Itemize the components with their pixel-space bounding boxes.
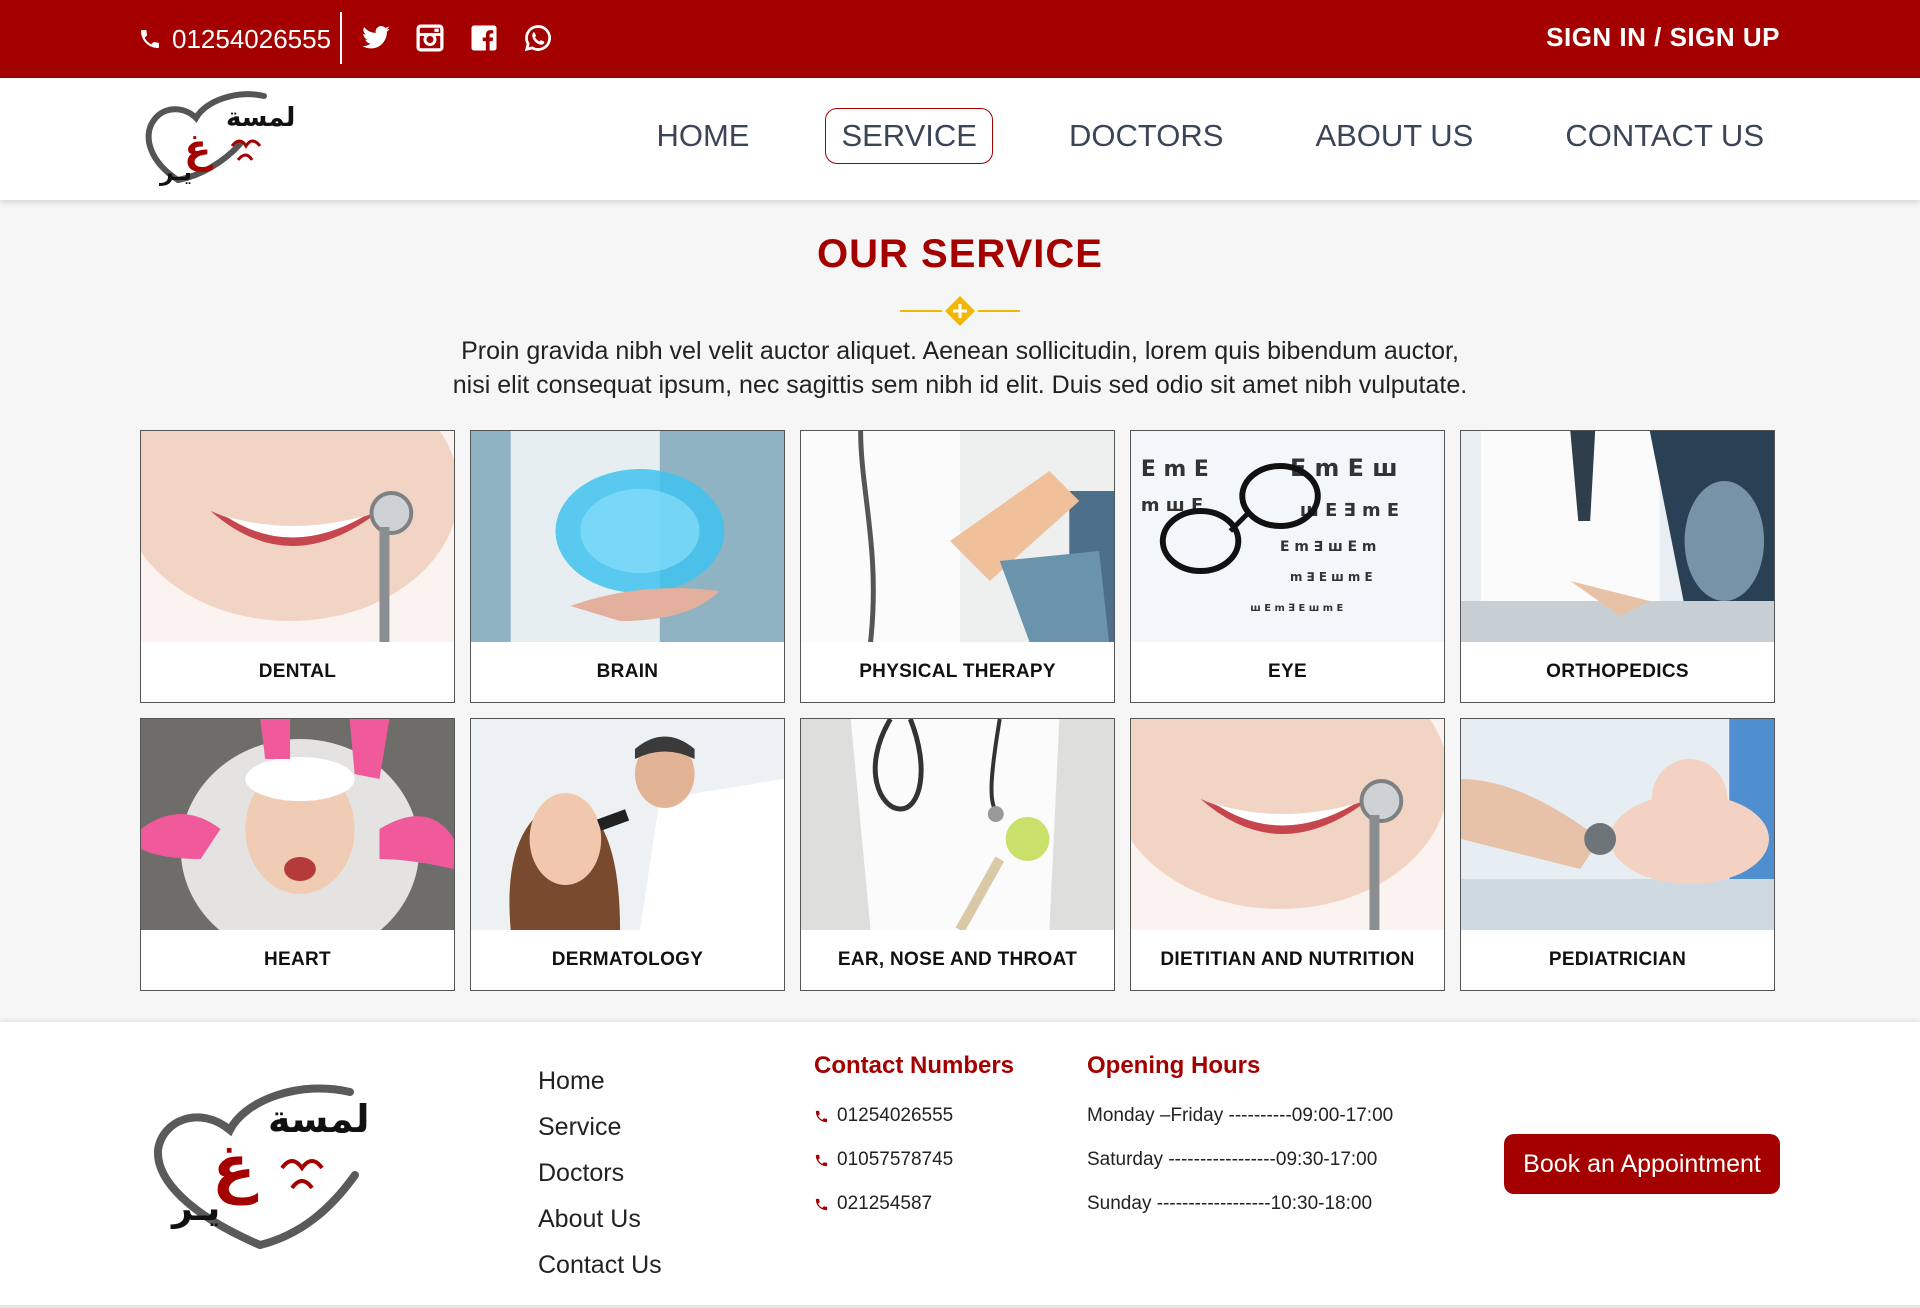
section-title: OUR SERVICE [817, 232, 1103, 276]
service-card-dietitian-and-nutrition[interactable]: DIETITIAN AND NUTRITION [1130, 718, 1445, 991]
heart-image [141, 719, 454, 930]
service-card-eye[interactable]: E m E E m E ш m ш E ш E ∃ m E E m ∃ ш E … [1130, 430, 1445, 703]
topbar-divider [340, 12, 342, 64]
hours-row: Saturday -----------------09:30-17:00 [1087, 1149, 1378, 1170]
footer-links: Home Service Doctors About Us Contact Us [538, 1058, 662, 1288]
dermatology-image [471, 719, 784, 930]
service-label: BRAIN [596, 661, 659, 682]
footer-link-service[interactable]: Service [538, 1104, 662, 1150]
svg-text:يـر: يـر [159, 158, 192, 186]
social-links [360, 22, 554, 54]
service-card-heart[interactable]: HEART [140, 718, 455, 991]
footer-link-contact-us[interactable]: Contact Us [538, 1242, 662, 1288]
nav-contact-us[interactable]: CONTACT US [1549, 108, 1780, 164]
svg-text:m ∃ E ш m E: m ∃ E ш m E [1290, 570, 1373, 584]
ear-nose-throat-image [801, 719, 1114, 930]
contact-numbers: Contact Numbers 01254026555 01057578745 … [814, 1052, 1014, 1226]
service-label: DENTAL [258, 661, 337, 682]
title-ornament-icon [900, 296, 1020, 326]
intro-line-2: nisi elit consequat ipsum, nec sagittis … [452, 371, 1468, 399]
intro-line-1: Proin gravida nibh vel velit auctor aliq… [461, 337, 1459, 365]
whatsapp-icon[interactable] [522, 22, 554, 54]
service-label: DIETITIAN AND NUTRITION [1160, 949, 1415, 970]
sign-in-sign-up-link[interactable]: SIGN IN / SIGN UP [1546, 22, 1780, 53]
service-label: EAR, NOSE AND THROAT [837, 949, 1078, 970]
service-card-ear-nose-and-throat[interactable]: EAR, NOSE AND THROAT [800, 718, 1115, 991]
opening-hours: Opening Hours Monday –Friday ----------0… [1087, 1052, 1393, 1226]
footer: لمسة غ يـر Home Service Doctors About Us… [0, 1022, 1920, 1308]
nav-doctors[interactable]: DOCTORS [1053, 108, 1239, 164]
eye-image: E m E E m E ш m ш E ш E ∃ m E E m ∃ ш E … [1131, 431, 1444, 642]
site-logo[interactable]: لمسة غ يـر [140, 84, 304, 198]
phone-icon [815, 1198, 828, 1210]
main-nav: HOME SERVICE DOCTORS ABOUT US CONTACT US [580, 108, 1780, 164]
physical-therapy-image [801, 431, 1114, 642]
svg-text:لمسة: لمسة [226, 103, 295, 133]
service-card-dental[interactable]: DENTAL [140, 430, 455, 703]
opening-hours-title: Opening Hours [1087, 1052, 1261, 1079]
svg-text:يـر: يـر [170, 1188, 220, 1229]
book-appointment-button[interactable]: Book an Appointment [1504, 1134, 1780, 1194]
svg-text:ш E m ∃ E ш m E: ш E m ∃ E ш m E [1250, 603, 1343, 614]
contact-number-row[interactable]: 021254587 [814, 1182, 1014, 1226]
footer-link-doctors[interactable]: Doctors [538, 1150, 662, 1196]
service-card-dermatology[interactable]: DERMATOLOGY [470, 718, 785, 991]
hours-row: Sunday ------------------10:30-18:00 [1087, 1193, 1373, 1214]
nav-about-us[interactable]: ABOUT US [1299, 108, 1489, 164]
dental-image [141, 431, 454, 642]
footer-link-home[interactable]: Home [538, 1058, 662, 1104]
contact-number: 021254587 [837, 1193, 933, 1214]
topbar-phone-number: 01254026555 [172, 23, 332, 54]
nav-home[interactable]: HOME [640, 108, 765, 164]
svg-text:E m ∃ ш E m: E m ∃ ш E m [1280, 539, 1376, 555]
hours-row: Monday –Friday ----------09:00-17:00 [1087, 1105, 1394, 1126]
footer-link-about-us[interactable]: About Us [538, 1196, 662, 1242]
section-intro: Proin gravida nibh vel velit auctor aliq… [360, 334, 1560, 402]
svg-text:لمسة: لمسة [268, 1097, 369, 1141]
pediatrician-image [1461, 719, 1774, 930]
main-header: لمسة غ يـر HOME SERVICE DOCTORS ABOUT US… [0, 78, 1920, 200]
brain-image [471, 431, 784, 642]
dietitian-image [1131, 719, 1444, 930]
contact-number-row[interactable]: 01254026555 [814, 1094, 1014, 1138]
svg-text:E m E: E m E [1141, 457, 1209, 482]
service-label: ORTHOPEDICS [1546, 661, 1689, 682]
service-card-brain[interactable]: BRAIN [470, 430, 785, 703]
service-label: PEDIATRICIAN [1548, 949, 1687, 970]
service-card-physical-therapy[interactable]: PHYSICAL THERAPY [800, 430, 1115, 703]
contact-number: 01057578745 [837, 1149, 954, 1170]
service-label: EYE [1268, 661, 1307, 682]
phone-icon [815, 1154, 828, 1166]
orthopedics-image [1461, 431, 1774, 642]
service-label: DERMATOLOGY [551, 949, 704, 970]
facebook-icon[interactable] [468, 22, 500, 54]
phone-icon [815, 1110, 828, 1122]
nav-service[interactable]: SERVICE [825, 108, 993, 164]
contact-number: 01254026555 [837, 1105, 954, 1126]
service-label: PHYSICAL THERAPY [859, 661, 1056, 682]
contact-numbers-title: Contact Numbers [814, 1052, 1015, 1079]
service-card-pediatrician[interactable]: PEDIATRICIAN [1460, 718, 1775, 991]
twitter-icon[interactable] [360, 22, 392, 54]
service-card-orthopedics[interactable]: ORTHOPEDICS [1460, 430, 1775, 703]
phone-icon [141, 30, 159, 48]
topbar-phone[interactable]: 01254026555 [138, 22, 331, 56]
instagram-icon[interactable] [414, 22, 446, 54]
top-bar: 01254026555 SIGN IN / SIGN UP [0, 0, 1920, 78]
service-label: HEART [264, 949, 331, 970]
contact-number-row[interactable]: 01057578745 [814, 1138, 1014, 1182]
footer-logo[interactable]: لمسة غ يـر [150, 1070, 400, 1250]
